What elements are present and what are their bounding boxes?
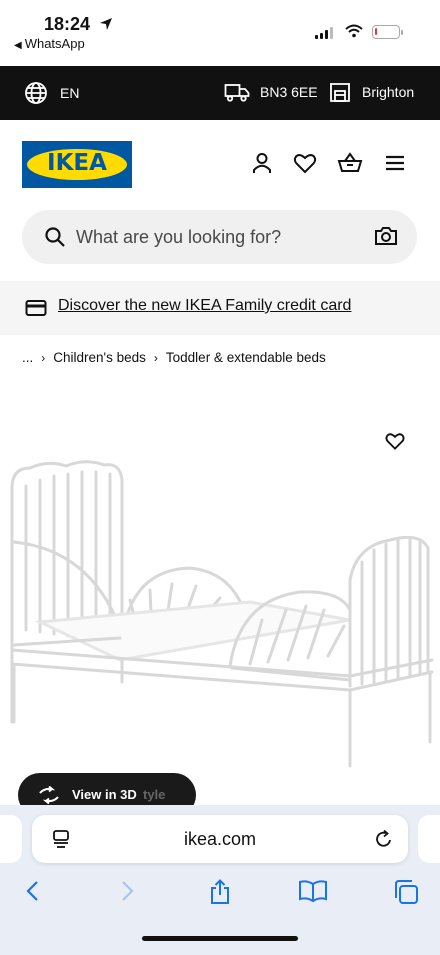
previous-tab-preview[interactable] [0,815,22,863]
forward-icon[interactable] [116,879,138,903]
postcode-label: BN3 6EE [260,84,318,100]
browser-bottom-bar: ikea.com [0,805,440,955]
globe-icon [25,82,47,104]
breadcrumb-item-toddler-beds[interactable]: Toddler & extendable beds [166,350,326,365]
url-text: ikea.com [183,829,257,849]
postcode-selector[interactable]: BN3 6EE [224,81,318,103]
product-image[interactable] [0,450,440,780]
status-bar: 18:24 ◀ WhatsApp [0,0,440,66]
credit-card-icon [25,300,47,316]
next-tab-preview[interactable] [418,815,440,863]
address-bar[interactable]: ikea.com [32,815,408,863]
favourite-heart-icon[interactable] [384,430,406,452]
status-time: 18:24 [44,14,91,34]
breadcrumb-ellipsis[interactable]: ... [22,350,33,365]
chevron-right-icon: › [153,350,158,365]
language-label: EN [60,85,80,101]
battery-icon [372,25,403,39]
search-bar[interactable]: What are you looking for? [22,210,417,264]
menu-icon[interactable] [382,150,408,176]
delivery-truck-icon [224,84,250,102]
reload-icon[interactable] [374,829,394,849]
search-icon [45,227,65,247]
credit-card-link[interactable]: Discover the new IKEA Family credit card [58,297,351,315]
store-icon [330,83,350,102]
chevron-right-icon: › [41,350,46,365]
search-placeholder: What are you looking for? [76,227,282,247]
location-arrow-icon [100,18,112,30]
heart-icon[interactable] [292,150,318,176]
rotate-3d-icon [39,786,59,804]
ikea-logo[interactable]: IKEA [22,141,132,188]
back-to-app-link[interactable]: ◀ WhatsApp [14,36,85,51]
store-selector[interactable]: Brighton [328,81,414,103]
overlap-text: tyle [143,787,166,802]
camera-search-icon[interactable] [374,225,398,247]
logo-text: IKEA [47,150,107,176]
wifi-icon [345,24,363,38]
share-icon[interactable] [208,879,232,905]
tabs-icon[interactable] [392,879,420,905]
credit-card-banner[interactable]: Discover the new IKEA Family credit card [0,281,440,335]
breadcrumb-item-childrens-beds[interactable]: Children's beds [53,350,146,365]
user-icon[interactable] [249,150,275,176]
language-selector[interactable]: EN [24,81,79,105]
back-app-label: WhatsApp [24,36,85,51]
home-indicator [142,936,298,941]
store-label: Brighton [362,84,415,100]
bookmarks-icon[interactable] [298,879,328,903]
top-bar: EN BN3 6EE Brighton [0,66,440,120]
back-icon[interactable] [22,879,44,903]
view-in-3d-label: View in 3D [72,787,137,802]
basket-icon[interactable] [337,150,363,176]
cellular-signal-icon [315,27,333,39]
back-triangle-icon: ◀ [14,40,22,51]
breadcrumb: ... › Children's beds › Toddler & extend… [22,350,326,365]
